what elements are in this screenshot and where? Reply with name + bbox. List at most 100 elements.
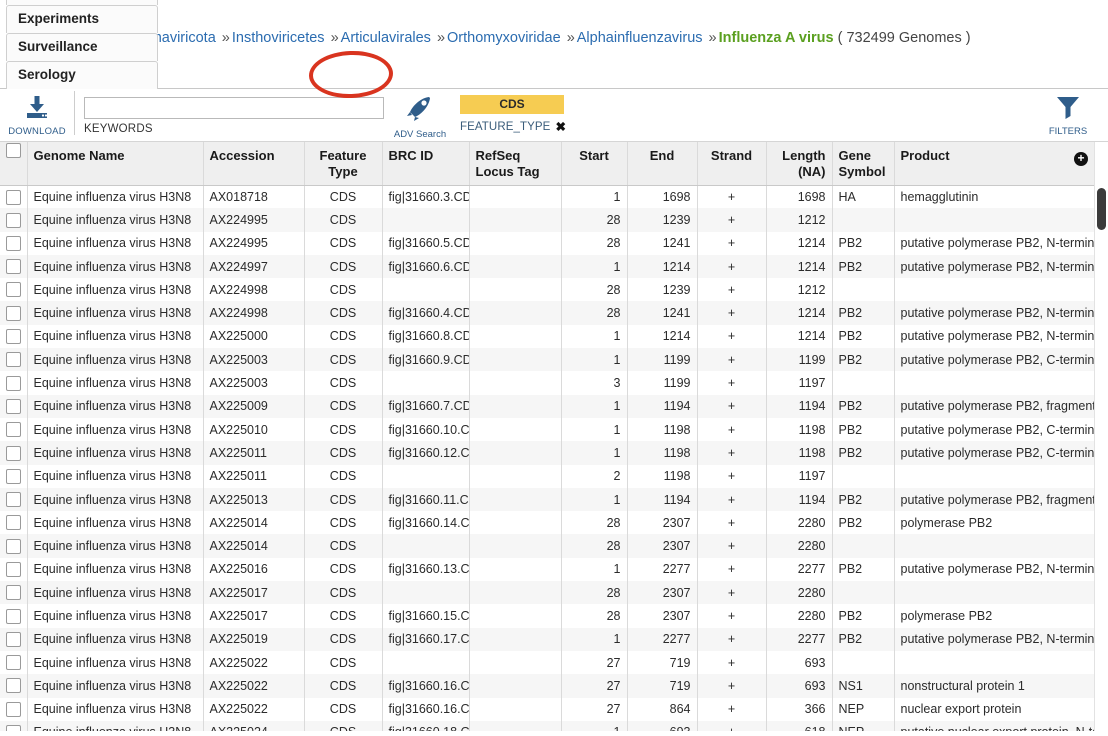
row-checkbox[interactable]	[5, 235, 21, 251]
cell-gene-symbol: PB2	[832, 394, 895, 418]
table-row[interactable]: Equine influenza virus H3N8 AX224998 CDS fi…	[0, 301, 1094, 325]
row-checkbox[interactable]	[5, 398, 21, 414]
column-header-feature-type[interactable]: Feature Type	[304, 142, 383, 186]
table-row[interactable]: Equine influenza virus H3N8 AX225016 CDS fi…	[0, 557, 1094, 582]
breadcrumb-item-insthoviricetes[interactable]: Insthoviricetes	[232, 30, 325, 46]
cell-gene-symbol	[832, 208, 895, 232]
table-row[interactable]: Equine influenza virus H3N8 AX224998 CDS 28…	[0, 278, 1094, 302]
cell-strand: +	[697, 627, 767, 651]
row-checkbox[interactable]	[5, 259, 21, 275]
column-header-start[interactable]: Start	[561, 142, 628, 186]
table-row[interactable]: Equine influenza virus H3N8 AX225013 CDS fi…	[0, 487, 1094, 512]
breadcrumb-item-influenza-a-virus[interactable]: Influenza A virus	[719, 30, 834, 46]
tab-surveillance[interactable]: Surveillance	[6, 33, 159, 61]
filter-chip-value[interactable]: CDS	[460, 95, 564, 114]
cell-product: putative polymerase PB2, N-terminal	[894, 254, 1094, 279]
search-input[interactable]	[84, 97, 384, 119]
table-row[interactable]: Equine influenza virus H3N8 AX225019 CDS fi…	[0, 627, 1094, 651]
table-row[interactable]: Equine influenza virus H3N8 AX225009 CDS fi…	[0, 394, 1094, 418]
tab-serology[interactable]: Serology	[6, 61, 159, 89]
column-header-gene-symbol[interactable]: Gene Symbol	[832, 142, 895, 186]
tab-experiments[interactable]: Experiments	[6, 5, 159, 33]
row-checkbox[interactable]	[5, 678, 21, 694]
funnel-icon	[1057, 97, 1079, 119]
row-checkbox[interactable]	[5, 468, 21, 484]
table-row[interactable]: Equine influenza virus H3N8 AX225014 CDS fi…	[0, 511, 1094, 535]
cell-start: 2	[561, 464, 628, 488]
table-row[interactable]: Equine influenza virus H3N8 AX018718 CDS fi…	[0, 185, 1094, 209]
row-select-cell	[0, 348, 28, 372]
row-checkbox[interactable]	[5, 631, 21, 647]
vertical-scrollbar[interactable]	[1094, 142, 1108, 731]
row-checkbox[interactable]	[5, 305, 21, 321]
cell-feature-type: CDS	[304, 511, 383, 535]
column-header-product[interactable]: Product	[894, 142, 1094, 186]
table-row[interactable]: Equine influenza virus H3N8 AX225022 CDS fi…	[0, 697, 1094, 721]
row-checkbox[interactable]	[5, 282, 21, 298]
cell-strand: +	[697, 650, 767, 675]
column-header-accession[interactable]: Accession	[203, 142, 305, 186]
row-checkbox[interactable]	[5, 725, 21, 731]
column-header-refseq-locus-tag[interactable]: RefSeq Locus Tag	[469, 142, 562, 186]
row-checkbox[interactable]	[5, 492, 21, 508]
table-row[interactable]: Equine influenza virus H3N8 AX225000 CDS fi…	[0, 324, 1094, 349]
row-checkbox[interactable]	[5, 375, 21, 391]
column-header-genome-name[interactable]: Genome Name	[27, 142, 204, 186]
adv-search-button[interactable]: ADV Search	[384, 91, 456, 140]
breadcrumb-item-articulavirales[interactable]: Articulavirales	[341, 30, 431, 46]
table-row[interactable]: Equine influenza virus H3N8 AX225011 CDS 2 1…	[0, 464, 1094, 488]
table-row[interactable]: Equine influenza virus H3N8 AX225017 CDS 28…	[0, 581, 1094, 605]
breadcrumb-item-orthomyxoviridae[interactable]: Orthomyxoviridae	[447, 30, 561, 46]
column-header-end[interactable]: End	[627, 142, 698, 186]
row-checkbox[interactable]	[5, 608, 21, 624]
table-row[interactable]: Equine influenza virus H3N8 AX225010 CDS fi…	[0, 417, 1094, 442]
table-row[interactable]: Equine influenza virus H3N8 AX224997 CDS fi…	[0, 254, 1094, 279]
cell-name: Equine influenza virus H3N8	[27, 231, 204, 255]
row-checkbox[interactable]	[5, 352, 21, 368]
table-row[interactable]: Equine influenza virus H3N8 AX224995 CDS fi…	[0, 231, 1094, 255]
table-row[interactable]: Equine influenza virus H3N8 AX225017 CDS fi…	[0, 604, 1094, 628]
add-column-icon[interactable]: +	[1074, 152, 1088, 166]
download-button[interactable]: DOWNLOAD	[0, 91, 74, 137]
row-checkbox[interactable]	[5, 538, 21, 554]
row-checkbox[interactable]	[5, 422, 21, 438]
remove-filter-icon[interactable]: ✖	[555, 119, 566, 134]
filters-button[interactable]: FILTERS	[1032, 91, 1108, 137]
table-row[interactable]: Equine influenza virus H3N8 AX225022 CDS fi…	[0, 674, 1094, 698]
row-checkbox[interactable]	[5, 655, 21, 671]
row-select-cell	[0, 511, 28, 535]
cell-brc-id: fig|31660.9.CDS.	[382, 348, 470, 372]
row-checkbox[interactable]	[5, 701, 21, 717]
column-header-strand[interactable]: Strand	[697, 142, 767, 186]
table-row[interactable]: Equine influenza virus H3N8 AX225011 CDS fi…	[0, 441, 1094, 465]
row-checkbox[interactable]	[5, 212, 21, 228]
cell-start: 28	[561, 511, 628, 535]
row-checkbox[interactable]	[5, 329, 21, 345]
table-row[interactable]: Equine influenza virus H3N8 AX225003 CDS fi…	[0, 348, 1094, 372]
column-header-brc-id[interactable]: BRC ID	[382, 142, 470, 186]
table-row[interactable]: Equine influenza virus H3N8 AX225022 CDS 27…	[0, 650, 1094, 675]
cell-accession: AX225011	[203, 441, 305, 465]
row-checkbox[interactable]	[5, 562, 21, 577]
scrollbar-thumb[interactable]	[1097, 188, 1106, 230]
cell-strand: +	[697, 324, 767, 349]
row-checkbox[interactable]	[5, 189, 21, 205]
table-row[interactable]: Equine influenza virus H3N8 AX224995 CDS 28…	[0, 208, 1094, 232]
cell-accession: AX225024	[203, 720, 305, 731]
cell-accession: AX224997	[203, 254, 305, 279]
row-checkbox[interactable]	[5, 585, 21, 601]
row-checkbox[interactable]	[5, 515, 21, 531]
breadcrumb-item-alphainfluenzavirus[interactable]: Alphainfluenzavirus	[577, 30, 703, 46]
cell-end: 719	[627, 674, 698, 698]
cell-gene-symbol	[832, 534, 895, 558]
column-header-length[interactable]: Length (NA)	[766, 142, 833, 186]
cell-end: 1698	[627, 185, 698, 209]
table-row[interactable]: Equine influenza virus H3N8 AX225003 CDS 3 1…	[0, 371, 1094, 395]
table-row[interactable]: Equine influenza virus H3N8AX225024CDSfi…	[0, 720, 1094, 731]
table-header-row: Genome Name Accession Feature Type BRC I…	[0, 142, 1094, 186]
cell-name: Equine influenza virus H3N8	[27, 650, 204, 675]
table-row[interactable]: Equine influenza virus H3N8 AX225014 CDS 28…	[0, 534, 1094, 558]
cell-end: 2307	[627, 604, 698, 628]
row-checkbox[interactable]	[5, 445, 21, 461]
select-all-checkbox[interactable]	[5, 143, 21, 159]
